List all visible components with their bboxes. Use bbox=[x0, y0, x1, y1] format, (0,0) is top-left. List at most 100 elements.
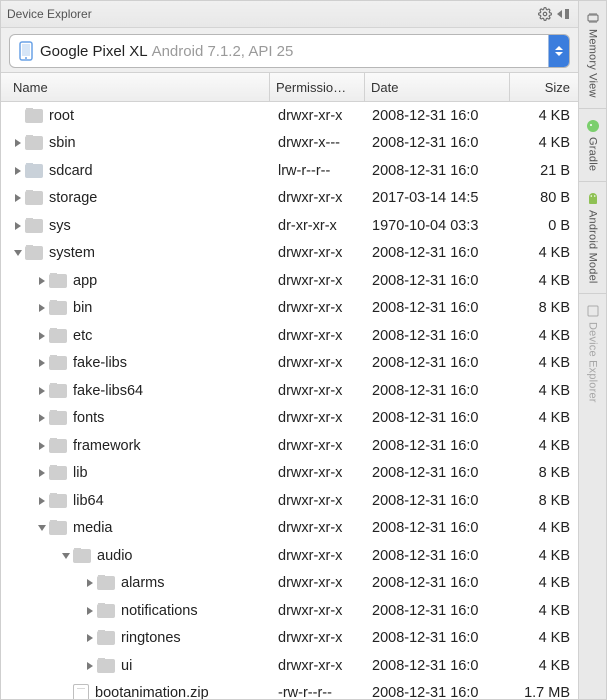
date-cell: 2008-12-31 16:0 bbox=[366, 135, 510, 151]
disclosure-arrow-collapsed-icon[interactable] bbox=[37, 276, 47, 286]
tree-row[interactable]: storagedrwxr-xr-x2017-03-14 14:580 B bbox=[1, 185, 578, 213]
disclosure-arrow-collapsed-icon[interactable] bbox=[85, 633, 95, 643]
tree-row[interactable]: appdrwxr-xr-x2008-12-31 16:04 KB bbox=[1, 267, 578, 295]
folder-icon bbox=[97, 576, 115, 590]
device-selector[interactable]: Google Pixel XL Android 7.1.2, API 25 bbox=[9, 34, 570, 68]
size-cell: 4 KB bbox=[510, 438, 578, 454]
tree-row[interactable]: fontsdrwxr-xr-x2008-12-31 16:04 KB bbox=[1, 405, 578, 433]
date-cell: 2008-12-31 16:0 bbox=[366, 328, 510, 344]
tree-row[interactable]: sysdr-xr-xr-x1970-10-04 03:30 B bbox=[1, 212, 578, 240]
tree-row[interactable]: fake-libsdrwxr-xr-x2008-12-31 16:04 KB bbox=[1, 350, 578, 378]
disclosure-arrow-collapsed-icon[interactable] bbox=[37, 413, 47, 423]
disclosure-arrow-collapsed-icon[interactable] bbox=[85, 578, 95, 588]
folder-icon bbox=[97, 631, 115, 645]
rail-device-explorer[interactable]: Device Explorer bbox=[586, 294, 600, 413]
folder-icon bbox=[49, 521, 67, 535]
column-date-header[interactable]: Date bbox=[364, 73, 509, 101]
tree-row[interactable]: etcdrwxr-xr-x2008-12-31 16:04 KB bbox=[1, 322, 578, 350]
tree-row-label: framework bbox=[73, 438, 141, 454]
disclosure-arrow-collapsed-icon[interactable] bbox=[85, 606, 95, 616]
tree-row-label: bin bbox=[73, 300, 92, 316]
file-tree[interactable]: rootdrwxr-xr-x2008-12-31 16:04 KBsbindrw… bbox=[1, 102, 578, 699]
folder-icon bbox=[49, 439, 67, 453]
size-cell: 4 KB bbox=[510, 575, 578, 591]
tree-row[interactable]: rootdrwxr-xr-x2008-12-31 16:04 KB bbox=[1, 102, 578, 130]
rail-android-model[interactable]: Android Model bbox=[586, 182, 600, 294]
column-name-header[interactable]: Name bbox=[9, 73, 269, 101]
date-cell: 2008-12-31 16:0 bbox=[366, 273, 510, 289]
disclosure-arrow-collapsed-icon[interactable] bbox=[37, 358, 47, 368]
tree-row[interactable]: libdrwxr-xr-x2008-12-31 16:08 KB bbox=[1, 460, 578, 488]
column-size-header[interactable]: Size bbox=[509, 73, 578, 101]
tree-row[interactable]: frameworkdrwxr-xr-x2008-12-31 16:04 KB bbox=[1, 432, 578, 460]
permissions-cell: drwxr-xr-x bbox=[272, 245, 366, 261]
tree-row[interactable]: bootanimation.zip-rw-r--r--2008-12-31 16… bbox=[1, 680, 578, 700]
tree-row[interactable]: fake-libs64drwxr-xr-x2008-12-31 16:04 KB bbox=[1, 377, 578, 405]
rail-memory-view[interactable]: Memory View bbox=[586, 1, 600, 108]
disclosure-arrow-collapsed-icon[interactable] bbox=[37, 496, 47, 506]
tree-row[interactable]: sdcardlrw-r--r--2008-12-31 16:021 B bbox=[1, 157, 578, 185]
size-cell: 4 KB bbox=[510, 520, 578, 536]
disclosure-arrow-collapsed-icon[interactable] bbox=[37, 468, 47, 478]
disclosure-arrow-collapsed-icon[interactable] bbox=[13, 221, 23, 231]
disclosure-arrow-collapsed-icon[interactable] bbox=[37, 441, 47, 451]
disclosure-arrow-expanded-icon[interactable] bbox=[37, 523, 47, 533]
tree-row[interactable]: ringtonesdrwxr-xr-x2008-12-31 16:04 KB bbox=[1, 625, 578, 653]
android-icon bbox=[586, 192, 600, 206]
tree-row[interactable]: systemdrwxr-xr-x2008-12-31 16:04 KB bbox=[1, 240, 578, 268]
disclosure-arrow-collapsed-icon[interactable] bbox=[85, 661, 95, 671]
date-cell: 2008-12-31 16:0 bbox=[366, 245, 510, 261]
permissions-cell: drwxr-xr-x bbox=[272, 273, 366, 289]
panel-title: Device Explorer bbox=[7, 7, 92, 21]
disclosure-arrow-expanded-icon[interactable] bbox=[13, 248, 23, 258]
tree-row[interactable]: notificationsdrwxr-xr-x2008-12-31 16:04 … bbox=[1, 597, 578, 625]
permissions-cell: drwxr-xr-x bbox=[272, 493, 366, 509]
tree-row-label: media bbox=[73, 520, 113, 536]
tree-row[interactable]: mediadrwxr-xr-x2008-12-31 16:04 KB bbox=[1, 515, 578, 543]
date-cell: 2008-12-31 16:0 bbox=[366, 548, 510, 564]
tree-row-label: app bbox=[73, 273, 97, 289]
tree-row-label: sbin bbox=[49, 135, 76, 151]
rail-gradle[interactable]: Gradle bbox=[586, 109, 600, 181]
folder-icon bbox=[49, 466, 67, 480]
folder-icon bbox=[25, 136, 43, 150]
disclosure-arrow-collapsed-icon[interactable] bbox=[37, 303, 47, 313]
folder-icon bbox=[49, 329, 67, 343]
folder-icon bbox=[49, 384, 67, 398]
hide-panel-icon[interactable] bbox=[554, 5, 572, 23]
folder-icon bbox=[97, 604, 115, 618]
tree-row-label: audio bbox=[97, 548, 132, 564]
tree-row-label: sys bbox=[49, 218, 71, 234]
tree-row[interactable]: audiodrwxr-xr-x2008-12-31 16:04 KB bbox=[1, 542, 578, 570]
folder-symlink-icon bbox=[25, 164, 43, 178]
disclosure-arrow-expanded-icon[interactable] bbox=[61, 551, 71, 561]
disclosure-arrow-collapsed-icon[interactable] bbox=[37, 331, 47, 341]
tree-row[interactable]: sbindrwxr-x---2008-12-31 16:04 KB bbox=[1, 130, 578, 158]
disclosure-arrow-collapsed-icon[interactable] bbox=[13, 138, 23, 148]
date-cell: 2008-12-31 16:0 bbox=[366, 355, 510, 371]
tree-row-label: alarms bbox=[121, 575, 165, 591]
tree-row[interactable]: alarmsdrwxr-xr-x2008-12-31 16:04 KB bbox=[1, 570, 578, 598]
tree-row-label: bootanimation.zip bbox=[95, 685, 209, 699]
gear-icon[interactable] bbox=[536, 5, 554, 23]
disclosure-arrow-collapsed-icon[interactable] bbox=[13, 166, 23, 176]
disclosure-arrow-collapsed-icon[interactable] bbox=[37, 386, 47, 396]
tree-row[interactable]: bindrwxr-xr-x2008-12-31 16:08 KB bbox=[1, 295, 578, 323]
column-permissions-header[interactable]: Permissio… bbox=[269, 73, 364, 101]
size-cell: 4 KB bbox=[510, 630, 578, 646]
tree-row[interactable]: lib64drwxr-xr-x2008-12-31 16:08 KB bbox=[1, 487, 578, 515]
permissions-cell: drwxr-xr-x bbox=[272, 383, 366, 399]
permissions-cell: drwxr-xr-x bbox=[272, 548, 366, 564]
disclosure-arrow-collapsed-icon[interactable] bbox=[13, 193, 23, 203]
device-explorer-window: Device Explorer Google Pixel XL Android … bbox=[0, 0, 607, 700]
size-cell: 4 KB bbox=[510, 603, 578, 619]
column-header-row: Name Permissio… Date Size bbox=[1, 72, 578, 102]
permissions-cell: lrw-r--r-- bbox=[272, 163, 366, 179]
size-cell: 8 KB bbox=[510, 300, 578, 316]
device-dropdown-button[interactable] bbox=[548, 35, 569, 67]
chevron-up-icon bbox=[555, 46, 563, 50]
tree-row-label: ringtones bbox=[121, 630, 181, 646]
tree-row[interactable]: uidrwxr-xr-x2008-12-31 16:04 KB bbox=[1, 652, 578, 680]
permissions-cell: drwxr-xr-x bbox=[272, 658, 366, 674]
permissions-cell: dr-xr-xr-x bbox=[272, 218, 366, 234]
